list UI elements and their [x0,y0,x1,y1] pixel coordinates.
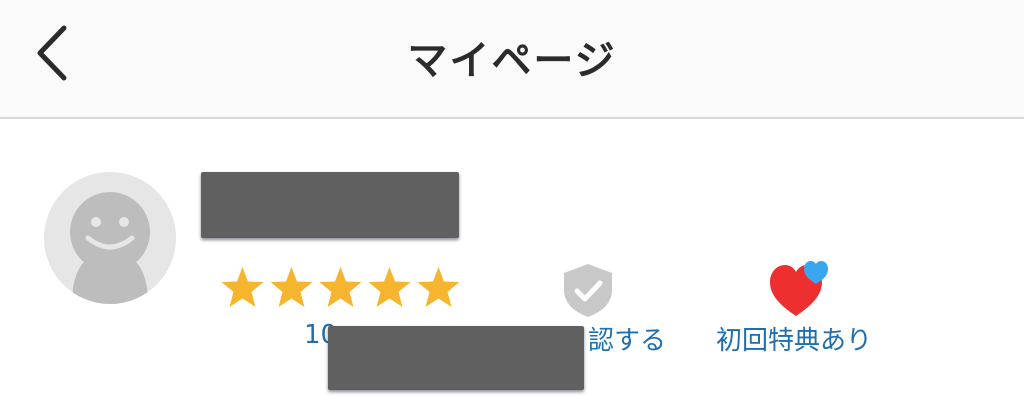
shield-check-icon[interactable] [560,262,616,318]
verify-link[interactable]: 認する [588,320,666,357]
heart-icon[interactable] [768,260,834,318]
redacted-username [201,172,459,238]
header-divider [0,117,1024,119]
star-icon [368,267,411,307]
star-icon [270,267,313,307]
header-bar: マイページ [0,0,1024,118]
first-time-benefit-link[interactable]: 初回特典あり [716,320,872,357]
user-avatar-icon [44,172,176,304]
avatar[interactable] [44,172,176,304]
star-icon [221,267,264,307]
redacted-info [328,326,584,390]
star-icon [417,267,460,307]
rating-stars [218,264,463,310]
page-title: マイページ [407,38,617,84]
star-icon [319,267,362,307]
